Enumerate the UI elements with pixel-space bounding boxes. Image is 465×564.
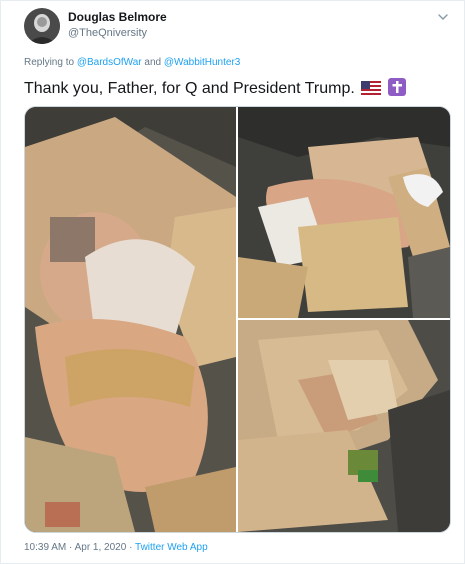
- author-name[interactable]: Douglas Belmore: [68, 10, 167, 24]
- tweet-body: Thank you, Father, for Q and President T…: [24, 80, 355, 97]
- tweet-footer: 10:39 AM · Apr 1, 2020 · Twitter Web App: [24, 542, 208, 553]
- tweet-text: Thank you, Father, for Q and President T…: [24, 78, 406, 101]
- author-handle[interactable]: @TheQniversity: [68, 27, 147, 39]
- photo-2[interactable]: [238, 107, 450, 318]
- tweet-source-link[interactable]: Twitter Web App: [135, 542, 208, 553]
- reply-conjunction: and: [144, 57, 162, 68]
- latin-cross-icon: [387, 78, 406, 101]
- avatar[interactable]: [24, 8, 60, 44]
- tweet-timestamp[interactable]: 10:39 AM · Apr 1, 2020: [24, 542, 126, 553]
- footer-separator: ·: [126, 542, 136, 553]
- media-grid[interactable]: [24, 106, 451, 533]
- reply-prefix: Replying to: [24, 57, 75, 68]
- chevron-down-icon[interactable]: [436, 10, 450, 24]
- us-flag-icon: [361, 81, 382, 101]
- reply-user-link[interactable]: @BardsOfWar: [77, 57, 142, 68]
- photo-3[interactable]: [238, 320, 450, 532]
- photo-1[interactable]: [25, 107, 236, 532]
- replying-to: Replying to @BardsOfWar and @WabbitHunte…: [24, 57, 240, 68]
- reply-user-link[interactable]: @WabbitHunter3: [164, 57, 240, 68]
